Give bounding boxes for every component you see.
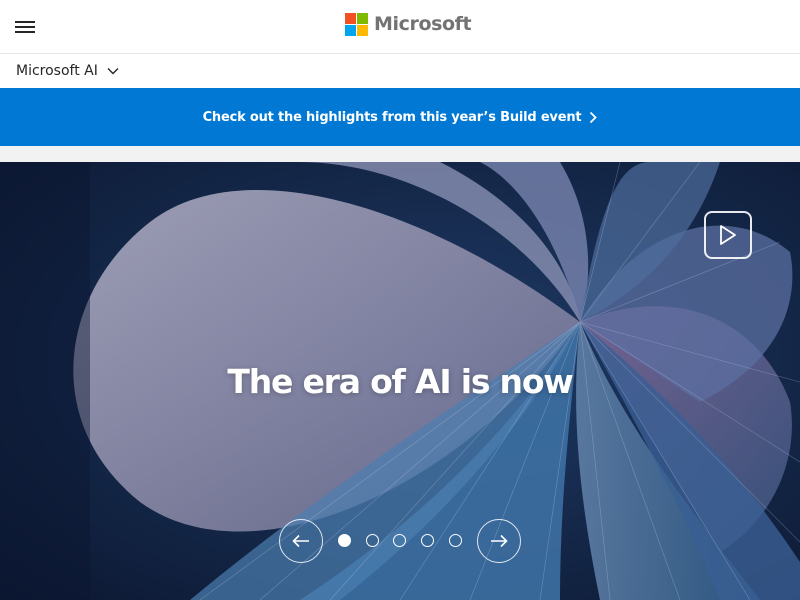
carousel-prev-button[interactable] xyxy=(279,519,323,563)
banner-text: Check out the highlights from this year’… xyxy=(202,109,582,125)
carousel-dot-3[interactable] xyxy=(393,534,406,547)
brand-name: Microsoft xyxy=(374,13,472,35)
carousel-dot-4[interactable] xyxy=(421,534,434,547)
carousel-controls xyxy=(279,519,521,563)
section-spacer xyxy=(0,146,800,162)
hero-section: The era of AI is now xyxy=(0,162,800,600)
subnav-title: Microsoft AI xyxy=(16,63,98,79)
sub-navigation: Microsoft AI xyxy=(0,54,800,88)
logo-square-blue xyxy=(345,24,356,36)
arrow-left-icon xyxy=(292,534,309,548)
logo-square-yellow xyxy=(357,24,368,36)
microsoft-logo-link[interactable]: Microsoft xyxy=(345,12,472,36)
carousel-dot-1[interactable] xyxy=(338,534,351,547)
microsoft-ai-dropdown[interactable]: Microsoft AI xyxy=(16,63,119,79)
logo-square-red xyxy=(345,12,356,24)
chevron-down-icon xyxy=(107,68,119,75)
global-header: Microsoft xyxy=(0,0,800,54)
play-icon xyxy=(720,225,736,245)
hero-headline: The era of AI is now xyxy=(227,362,573,401)
arrow-right-icon xyxy=(491,534,508,548)
logo-square-green xyxy=(357,12,368,24)
microsoft-logo-icon xyxy=(345,12,368,36)
carousel-dot-5[interactable] xyxy=(449,534,462,547)
carousel-dot-2[interactable] xyxy=(366,534,379,547)
chevron-right-icon xyxy=(590,111,598,123)
play-video-button[interactable] xyxy=(704,211,752,259)
hamburger-menu-icon[interactable] xyxy=(12,16,38,38)
carousel-next-button[interactable] xyxy=(477,519,521,563)
build-event-banner[interactable]: Check out the highlights from this year’… xyxy=(0,88,800,146)
